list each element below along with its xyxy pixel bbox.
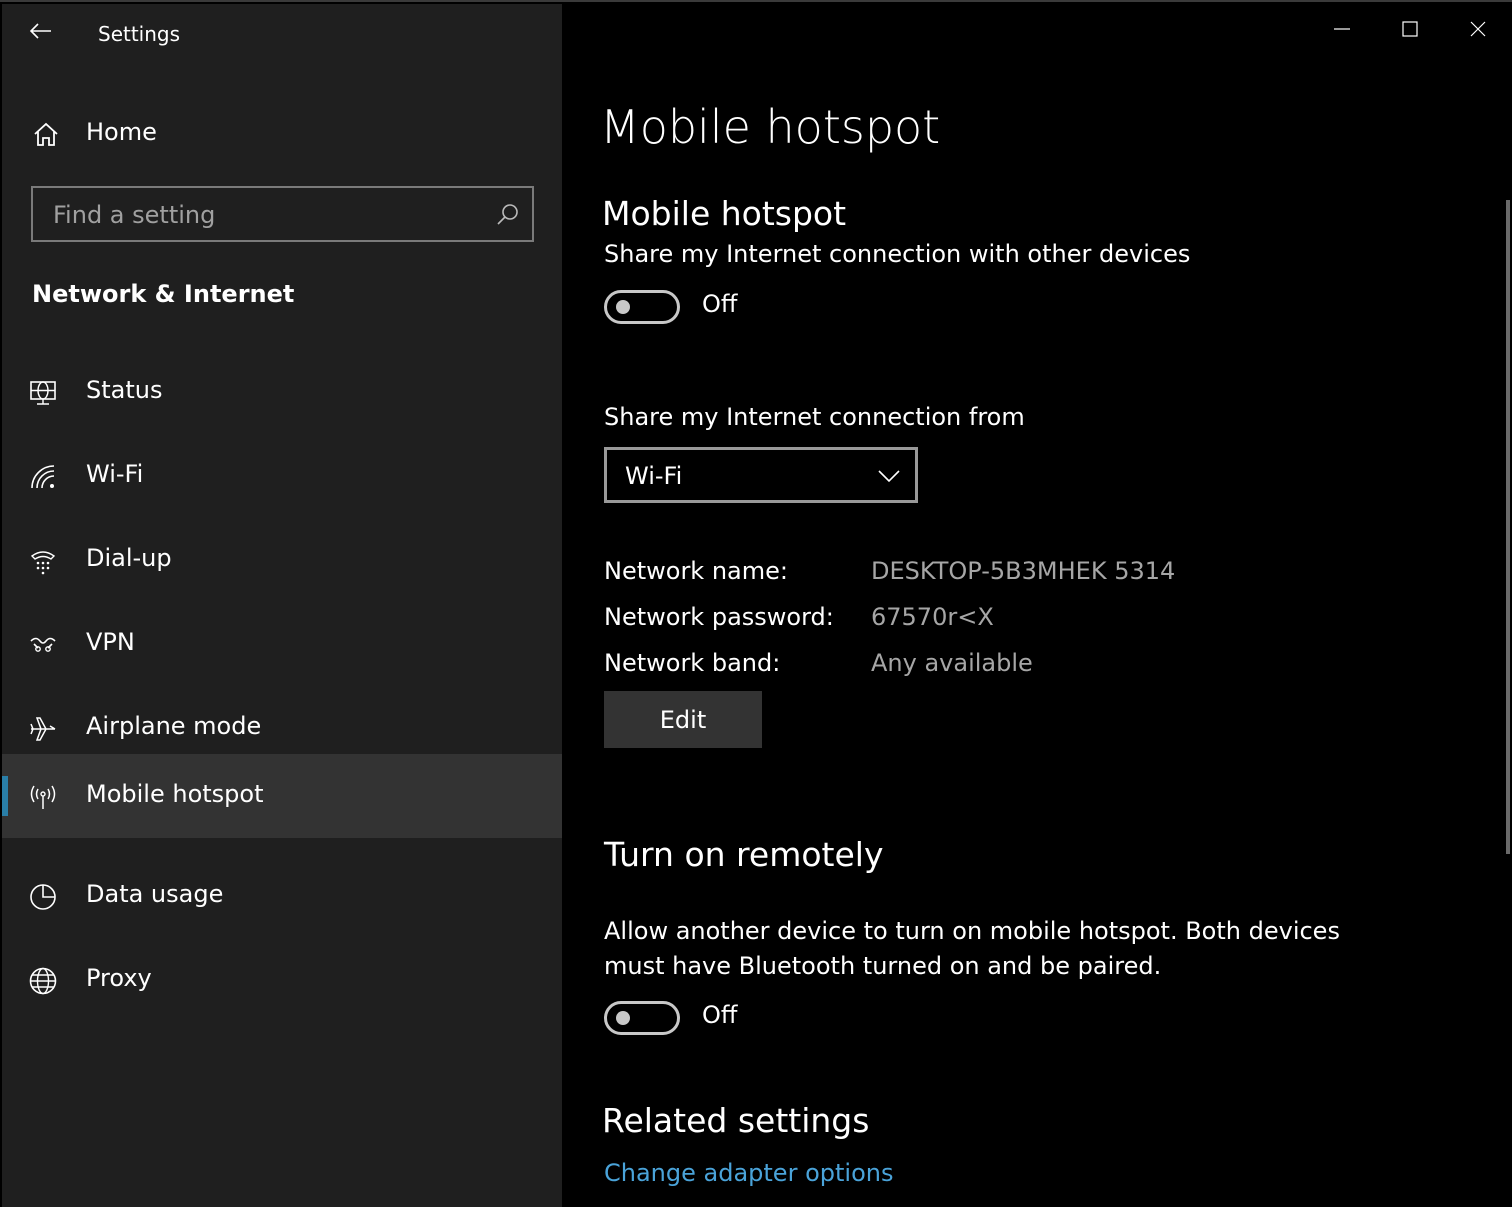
change-adapter-options-link[interactable]: Change adapter options bbox=[604, 1159, 893, 1187]
hotspot-toggle-state: Off bbox=[702, 290, 738, 318]
sidebar-item-label: Wi-Fi bbox=[86, 460, 144, 488]
maximize-button[interactable] bbox=[1376, 4, 1444, 54]
remote-toggle[interactable] bbox=[604, 1001, 680, 1035]
sidebar-item-status[interactable]: Status bbox=[2, 350, 562, 434]
share-from-dropdown[interactable]: Wi-Fi bbox=[604, 447, 918, 503]
hotspot-toggle[interactable] bbox=[604, 290, 680, 324]
search-icon[interactable] bbox=[496, 202, 520, 226]
page-title: Mobile hotspot bbox=[600, 100, 941, 154]
main-content: Mobile hotspot Mobile hotspot Share my I… bbox=[562, 4, 1512, 1207]
sidebar-item-label: Proxy bbox=[86, 964, 152, 992]
network-name-label: Network name: bbox=[604, 557, 788, 585]
sidebar-item-label: Dial-up bbox=[86, 544, 172, 572]
remote-heading: Turn on remotely bbox=[604, 835, 884, 874]
network-band-label: Network band: bbox=[604, 649, 781, 677]
sidebar-item-data-usage[interactable]: Data usage bbox=[2, 854, 562, 938]
sidebar-item-label: Status bbox=[86, 376, 163, 404]
sidebar-item-label: Mobile hotspot bbox=[86, 780, 264, 808]
share-from-label: Share my Internet connection from bbox=[604, 403, 1025, 431]
network-band-value: Any available bbox=[871, 649, 1033, 677]
sidebar-item-dialup[interactable]: Dial-up bbox=[2, 518, 562, 602]
remote-description: Allow another device to turn on mobile h… bbox=[604, 917, 1340, 980]
selection-indicator bbox=[2, 776, 8, 816]
sidebar-item-proxy[interactable]: Proxy bbox=[2, 938, 562, 1022]
toggle-knob bbox=[616, 1011, 630, 1025]
network-password-label: Network password: bbox=[604, 603, 834, 631]
close-button[interactable] bbox=[1444, 4, 1512, 54]
nav-home-label: Home bbox=[86, 118, 157, 146]
vpn-icon bbox=[30, 637, 56, 652]
home-icon bbox=[34, 122, 58, 146]
globe-monitor-icon bbox=[30, 381, 56, 405]
sidebar-item-vpn[interactable]: VPN bbox=[2, 602, 562, 686]
wifi-icon bbox=[31, 465, 55, 489]
hotspot-heading: Mobile hotspot bbox=[602, 194, 847, 233]
hotspot-description: Share my Internet connection with other … bbox=[604, 240, 1191, 268]
airplane-icon bbox=[30, 717, 56, 741]
network-password-value: 67570r<X bbox=[871, 603, 994, 631]
related-settings-heading: Related settings bbox=[602, 1101, 870, 1140]
search-input[interactable] bbox=[35, 190, 495, 240]
app-title: Settings bbox=[98, 22, 181, 46]
pie-chart-icon bbox=[30, 884, 56, 910]
window-controls bbox=[1308, 4, 1512, 54]
remote-toggle-state: Off bbox=[702, 1001, 738, 1029]
sidebar-item-wifi[interactable]: Wi-Fi bbox=[2, 434, 562, 518]
scrollbar[interactable] bbox=[1506, 200, 1510, 854]
sidebar: Settings Home Network & Internet Status bbox=[2, 4, 562, 1207]
sidebar-item-label: Airplane mode bbox=[86, 712, 262, 740]
minimize-button[interactable] bbox=[1308, 4, 1376, 54]
title-bar: Settings bbox=[2, 4, 562, 66]
network-name-value: DESKTOP-5B3MHEK 5314 bbox=[871, 557, 1176, 585]
edit-button[interactable]: Edit bbox=[604, 691, 762, 748]
chevron-down-icon bbox=[878, 470, 900, 483]
hotspot-icon bbox=[30, 785, 56, 809]
settings-window: Settings Home Network & Internet Status bbox=[0, 0, 1512, 1207]
section-heading: Network & Internet bbox=[32, 280, 295, 308]
sidebar-item-label: VPN bbox=[86, 628, 135, 656]
minimize-icon bbox=[1334, 28, 1350, 30]
maximize-icon bbox=[1402, 21, 1418, 37]
close-icon bbox=[1470, 21, 1486, 37]
back-button[interactable] bbox=[24, 16, 58, 46]
sidebar-item-label: Data usage bbox=[86, 880, 224, 908]
share-from-value: Wi-Fi bbox=[625, 462, 683, 490]
sidebar-item-mobile-hotspot[interactable]: Mobile hotspot bbox=[2, 754, 562, 838]
toggle-knob bbox=[616, 300, 630, 314]
back-arrow-icon bbox=[30, 23, 51, 39]
dialup-icon bbox=[30, 551, 56, 575]
globe-icon bbox=[29, 967, 57, 995]
search-box[interactable] bbox=[31, 186, 534, 242]
nav-home[interactable]: Home bbox=[2, 100, 562, 168]
